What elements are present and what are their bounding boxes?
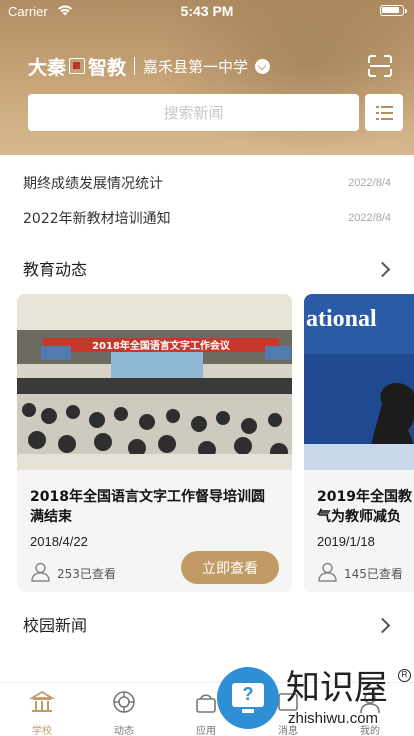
watermark-text: 知识屋	[286, 668, 388, 708]
brand-row: 大秦 智教 嘉禾县第一中学	[28, 52, 271, 80]
news-photo: ational	[304, 294, 414, 470]
tab-label: 应用	[196, 726, 216, 736]
notice-date: 2022/8/4	[348, 177, 391, 189]
news-title: 2019年全国教 气为教师减负	[317, 489, 412, 525]
scan-icon	[368, 55, 376, 63]
scan-icon-line	[370, 65, 390, 67]
news-date: 2019/1/18	[317, 534, 375, 549]
news-card[interactable]: ational 2019年全国教 气为教师减负 2019/1/18 145已查看	[304, 294, 414, 592]
campus-news-header[interactable]: 校园新闻	[23, 609, 389, 639]
status-time: 5:43 PM	[180, 3, 234, 19]
scan-icon-corner	[368, 69, 376, 77]
news-card[interactable]: 2018年全国语言文字工作会议 2018年全国语言文字工作督导培训圆 满结束 2…	[17, 294, 292, 592]
apps-icon	[196, 694, 216, 713]
notice-date: 2022/8/4	[348, 212, 391, 224]
status-bar: Carrier 5:43 PM	[0, 0, 414, 22]
search-input[interactable]	[28, 94, 359, 131]
brand-seal-icon	[69, 58, 86, 74]
dynamics-icon	[113, 691, 135, 713]
notice-item[interactable]: 2022年新教材培训通知 2022/8/4	[23, 203, 391, 233]
list-icon-bar	[381, 118, 393, 120]
news-date: 2018/4/22	[30, 534, 88, 549]
view-count: 145已查看	[344, 567, 403, 581]
conference-photo: 2018年全国语言文字工作会议	[17, 294, 292, 470]
chevron-right-icon[interactable]	[377, 262, 389, 274]
scan-button[interactable]	[366, 53, 394, 79]
notice-item[interactable]: 期终成绩发展情况统计 2022/8/4	[23, 168, 391, 198]
watermark-logo-icon	[217, 667, 279, 729]
list-menu-button[interactable]	[365, 94, 403, 131]
school-icon	[28, 690, 56, 712]
education-news-header[interactable]: 教育动态	[23, 253, 389, 283]
press-conference-photo: ational	[304, 294, 414, 470]
tab-label: 学校	[32, 726, 52, 736]
school-selector[interactable]: 嘉禾县第一中学	[143, 56, 248, 77]
brand-divider	[134, 57, 136, 75]
news-title: 2018年全国语言文字工作督导培训圆 满结束	[30, 489, 265, 525]
user-icon	[318, 562, 337, 582]
banner-text: ational	[306, 306, 377, 332]
chevron-down-icon[interactable]	[255, 58, 271, 74]
watermark-monitor-stand	[242, 709, 254, 713]
notice-title: 期终成绩发展情况统计	[23, 176, 163, 192]
tab-school[interactable]: 学校	[16, 689, 68, 736]
news-photo: 2018年全国语言文字工作会议	[17, 294, 292, 470]
battery-icon	[380, 5, 407, 16]
banner-text: 2018年全国语言文字工作会议	[92, 339, 231, 352]
chevron-right-icon[interactable]	[377, 618, 389, 630]
watermark-url: zhishiwu.com	[288, 710, 379, 727]
user-icon	[31, 562, 50, 582]
section-title: 教育动态	[23, 260, 88, 279]
registered-mark-icon: R	[398, 669, 411, 682]
list-icon-bar	[381, 106, 393, 108]
list-icon-dot	[376, 112, 379, 114]
watermark-monitor-icon	[232, 683, 264, 707]
view-count: 253已查看	[57, 567, 116, 581]
search-box[interactable]	[28, 94, 359, 131]
list-icon	[376, 106, 379, 108]
scan-icon-corner	[384, 55, 392, 63]
list-icon-bar	[381, 112, 393, 114]
brand-logo-part2: 智教	[88, 56, 127, 79]
scan-icon-corner	[384, 69, 392, 77]
header: Carrier 5:43 PM 大秦 智教 嘉禾县第一中学	[0, 0, 414, 155]
section-title: 校园新闻	[23, 616, 88, 635]
brand-logo-part1: 大秦	[28, 56, 67, 79]
tab-dynamics[interactable]: 动态	[98, 689, 150, 736]
list-icon-dot	[376, 118, 379, 120]
view-now-button[interactable]: 立即查看	[181, 551, 279, 584]
notice-title: 2022年新教材培训通知	[23, 211, 171, 227]
tab-label: 动态	[114, 726, 134, 736]
